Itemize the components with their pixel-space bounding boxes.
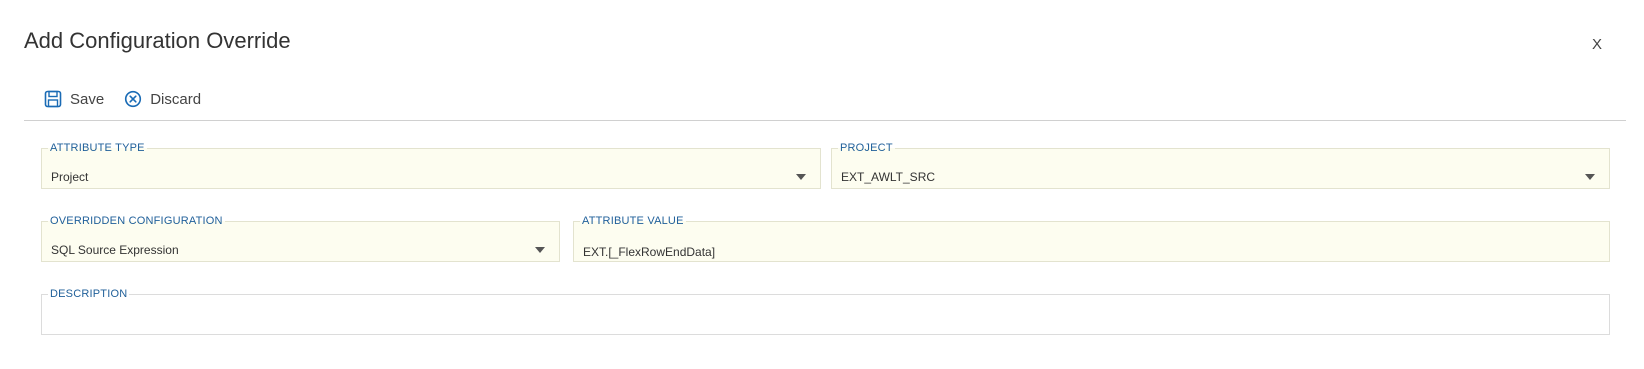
description-label: DESCRIPTION: [50, 288, 128, 300]
attribute-type-label: ATTRIBUTE TYPE: [50, 142, 145, 154]
toolbar: Save Discard: [44, 90, 221, 108]
project-value: EXT_AWLT_SRC: [841, 170, 936, 184]
discard-button[interactable]: Discard: [124, 90, 201, 108]
attribute-type-value: Project: [51, 170, 89, 184]
discard-label: Discard: [150, 90, 202, 108]
dialog-title: Add Configuration Override: [24, 28, 291, 53]
project-label: PROJECT: [840, 142, 893, 154]
overridden-configuration-select[interactable]: OVERRIDDEN CONFIGURATION SQL Source Expr…: [41, 215, 560, 262]
save-icon: [44, 90, 62, 108]
toolbar-divider: [24, 120, 1626, 121]
overridden-configuration-value: SQL Source Expression: [51, 243, 179, 257]
attribute-type-select[interactable]: ATTRIBUTE TYPE Project: [41, 142, 821, 189]
attribute-value-text: EXT.[_FlexRowEndData]: [583, 245, 716, 259]
attribute-value-input[interactable]: ATTRIBUTE VALUE EXT.[_FlexRowEndData]: [573, 215, 1610, 262]
overridden-configuration-label: OVERRIDDEN CONFIGURATION: [50, 215, 223, 227]
chevron-down-icon[interactable]: [535, 247, 545, 253]
save-label: Save: [70, 90, 105, 108]
project-select[interactable]: PROJECT EXT_AWLT_SRC: [831, 142, 1610, 189]
save-button[interactable]: Save: [44, 90, 104, 108]
chevron-down-icon[interactable]: [796, 174, 806, 180]
discard-icon: [125, 90, 142, 108]
close-button[interactable]: X: [1592, 36, 1602, 53]
description-input[interactable]: DESCRIPTION: [41, 288, 1610, 335]
attribute-value-label: ATTRIBUTE VALUE: [582, 215, 684, 227]
chevron-down-icon[interactable]: [1585, 174, 1595, 180]
